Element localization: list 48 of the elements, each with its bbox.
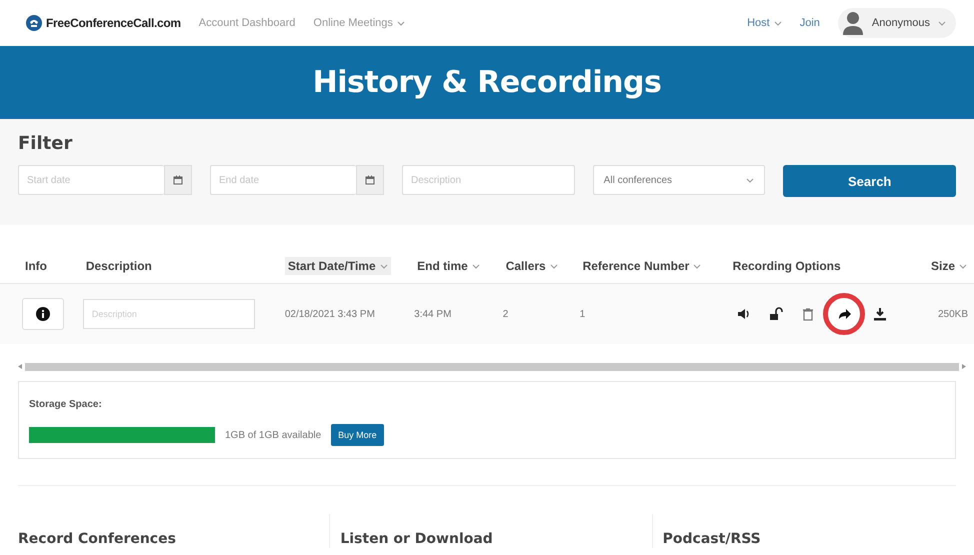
table-cell: 1 — [580, 308, 586, 320]
column-header[interactable]: End time — [414, 257, 483, 275]
table-cell: 02/18/2021 3:43 PM — [284, 308, 375, 320]
scroll-left-icon[interactable] — [18, 364, 22, 369]
nav-link[interactable]: Host — [747, 17, 782, 29]
phone-logo-icon — [26, 15, 42, 31]
section-heading: Record Conferences — [18, 531, 176, 547]
share-arrow-icon[interactable] — [838, 309, 851, 319]
page-title: History & Recordings — [312, 65, 662, 100]
calendar-button[interactable] — [164, 165, 192, 195]
avatar-icon — [842, 11, 864, 35]
conference-select[interactable]: All conferences — [592, 165, 766, 195]
description-field[interactable]: Description — [402, 165, 575, 195]
table-cell: 250KB — [938, 308, 968, 320]
column-header: Recording Options — [732, 258, 842, 275]
unlocked-lock-icon[interactable] — [770, 307, 782, 320]
table-cell: 3:44 PM — [414, 308, 452, 320]
date-field[interactable]: End date — [210, 165, 356, 195]
column-header[interactable]: Start Date/Time — [284, 257, 391, 275]
column-header: Info — [24, 258, 48, 275]
calendar-icon — [173, 175, 183, 185]
storage-reading: 1GB of 1GB available — [225, 430, 322, 440]
column-header[interactable]: Reference Number — [580, 257, 704, 275]
info-button[interactable] — [22, 298, 64, 330]
brand-logo[interactable]: FreeConferenceCall.com — [26, 15, 181, 31]
speaker-icon[interactable] — [738, 309, 748, 319]
column-header: Description — [84, 258, 153, 275]
search-button[interactable]: Search — [783, 165, 956, 197]
calendar-button[interactable] — [356, 165, 384, 195]
trash-icon[interactable] — [802, 308, 814, 321]
section-heading: Podcast/RSS — [662, 531, 761, 547]
download-icon[interactable] — [874, 307, 886, 320]
caret-icon — [938, 20, 946, 26]
user-menu[interactable]: Anonymous — [838, 8, 956, 38]
date-field[interactable]: Start date — [18, 165, 164, 195]
nav-link[interactable]: Join — [800, 17, 820, 29]
section-heading: Listen or Download — [340, 531, 493, 547]
caret-icon — [746, 178, 754, 182]
scrollbar-thumb[interactable] — [25, 362, 959, 370]
storage-title: Storage Space: — [29, 399, 102, 410]
info-icon — [36, 307, 50, 321]
column-header[interactable]: Size — [928, 257, 970, 275]
buy-more-button[interactable]: Buy More — [331, 424, 384, 446]
column-header[interactable]: Callers — [502, 257, 561, 275]
scroll-right-icon[interactable] — [962, 364, 966, 369]
filter-title: Filter — [18, 133, 72, 154]
calendar-icon — [365, 175, 375, 185]
table-cell: 2 — [502, 308, 508, 320]
